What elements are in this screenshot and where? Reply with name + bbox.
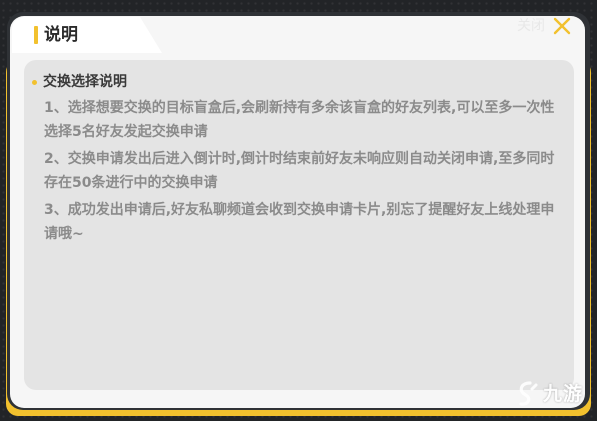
rule-paragraph-1: 1、选择想要交换的目标盲盒后,会刷新持有多余该盲盒的好友列表,可以至多一次性选择… xyxy=(44,100,555,140)
dialog-title: 说明 xyxy=(44,25,78,45)
close-button[interactable]: 关闭 xyxy=(517,14,571,38)
section-title: 交换选择说明 xyxy=(43,74,127,90)
jiuyou-logo-icon xyxy=(519,381,538,406)
close-label: 关闭 xyxy=(517,18,545,34)
close-icon xyxy=(553,17,571,35)
watermark: 九游 xyxy=(514,378,583,410)
section-heading: 交换选择说明 xyxy=(32,72,127,92)
bullet-dot-icon xyxy=(32,79,37,85)
rule-paragraph-2: 2、交换申请发出后进入倒计时,倒计时结束前好友未响应则自动关闭申请,至多同时存在… xyxy=(44,151,555,191)
title-accent-bar xyxy=(34,26,38,44)
watermark-text: 九游 xyxy=(543,383,584,405)
rule-paragraph-3: 3、成功发出申请后,好友私聊频道会收到交换申请卡片,别忘了提醒好友上线处理申请哦… xyxy=(44,202,555,242)
